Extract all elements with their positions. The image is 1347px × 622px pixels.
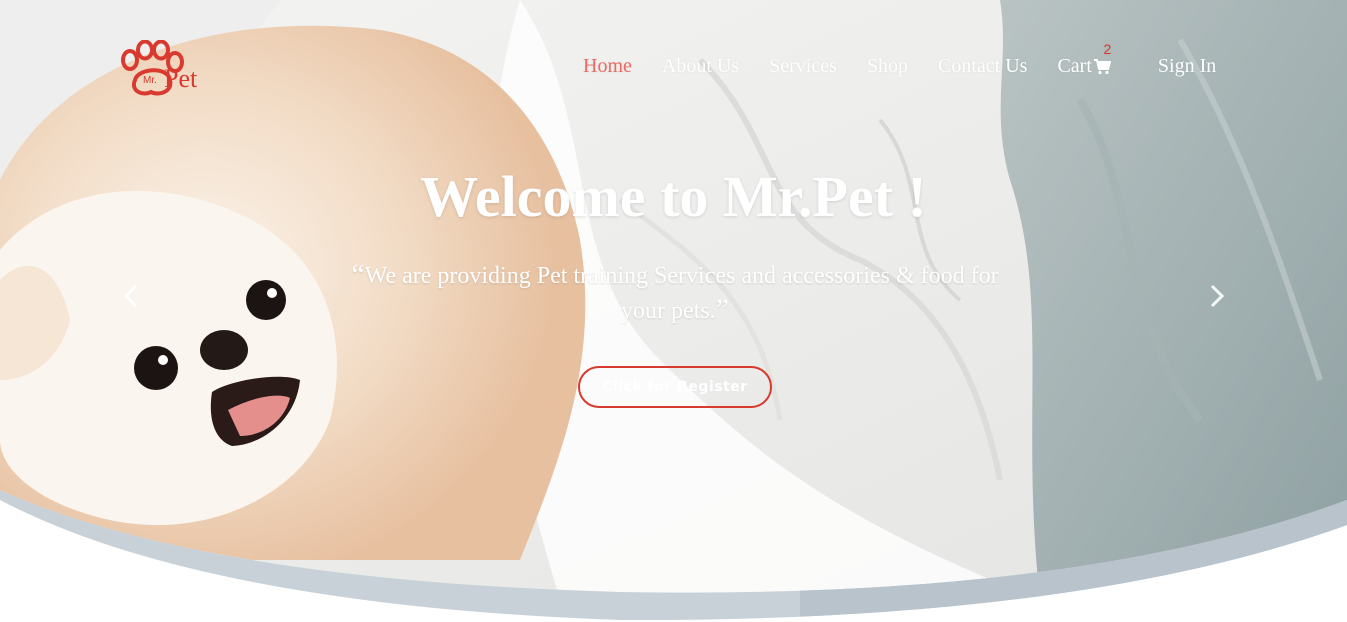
nav-cart-link[interactable]: Cart 2 [1057,41,1111,78]
hero-subtitle: “We are providing Pet training Services … [340,258,1010,328]
chevron-left-icon[interactable] [121,282,141,310]
close-quote: ” [715,293,729,326]
shopping-cart-icon [1093,59,1111,75]
nav-about-link[interactable]: About Us [662,55,739,78]
main-nav: Home About Us Services Shop Contact Us C… [583,41,1216,80]
nav-contact-link[interactable]: Contact Us [938,55,1027,78]
nav-home-link[interactable]: Home [583,55,632,78]
cart-label: Cart [1057,54,1092,77]
chevron-right-icon[interactable] [1207,282,1227,310]
nav-shop-link[interactable]: Shop [867,55,908,78]
cart-count-badge: 2 [1103,40,1112,57]
hero-subtitle-text: We are providing Pet training Services a… [364,263,999,324]
logo-text[interactable]: Pet [164,66,197,92]
register-button[interactable]: Click for Register [578,366,772,408]
svg-text:Mr.: Mr. [143,75,157,86]
hero-title: Welcome to Mr.Pet ! [420,164,927,229]
nav-signin-link[interactable]: Sign In [1158,55,1216,78]
open-quote: “ [351,258,365,291]
hero-carousel: Mr. Pet Home About Us Services Shop Cont… [0,0,1347,622]
nav-services-link[interactable]: Services [769,55,837,78]
